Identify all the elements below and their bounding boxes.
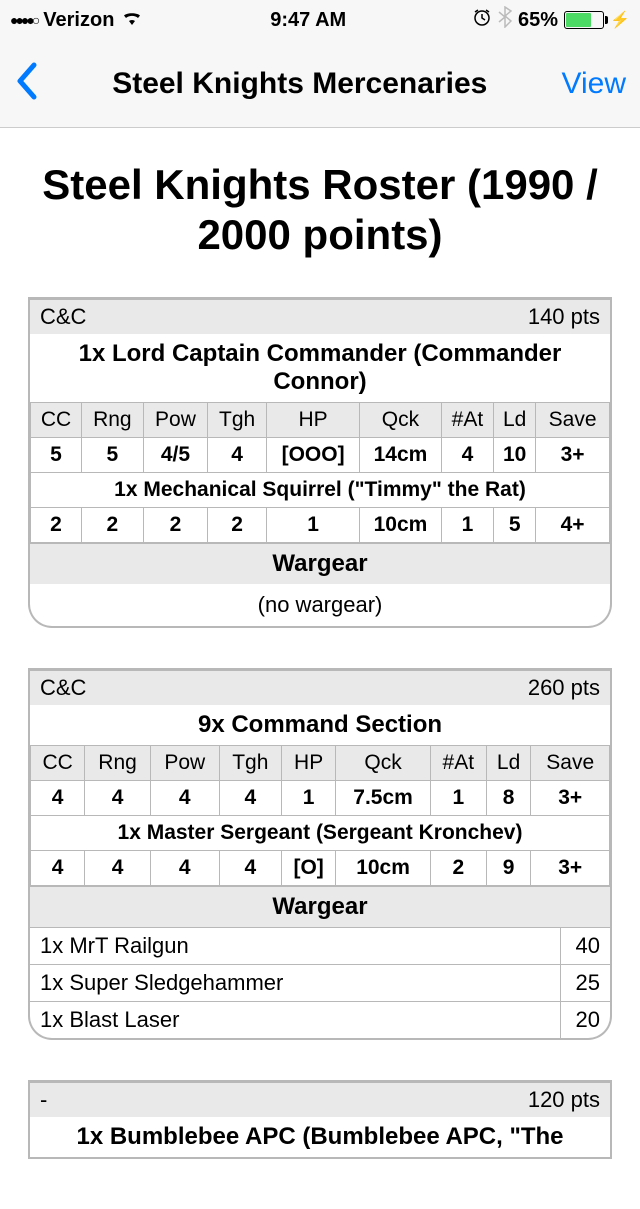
status-bar: ●●●●○ Verizon 9:47 AM 65% ⚡ <box>0 0 640 40</box>
unit-entry-title: 1x Master Sergeant (Sergeant Kronchev) <box>31 815 610 850</box>
unit-category: C&C <box>40 675 86 701</box>
unit-card: - 120 pts 1x Bumblebee APC (Bumblebee AP… <box>28 1080 612 1159</box>
clock: 9:47 AM <box>270 9 346 32</box>
unit-entry-title: 1x Bumblebee APC (Bumblebee APC, "The <box>30 1117 610 1157</box>
wifi-icon <box>120 8 144 32</box>
unit-points: 120 pts <box>528 1087 600 1113</box>
wargear-item: 1x Super Sledgehammer25 <box>30 964 610 1001</box>
wargear-label: Wargear <box>30 886 610 927</box>
wargear-item: 1x Blast Laser20 <box>30 1001 610 1038</box>
unit-entry-title: 1x Lord Captain Commander (Commander Con… <box>30 334 610 402</box>
stats-table: CCRngPow TghHPQck #AtLdSave 554/5 4[OOO]… <box>30 402 610 543</box>
unit-card: C&C 140 pts 1x Lord Captain Commander (C… <box>28 297 612 628</box>
unit-points: 140 pts <box>528 304 600 330</box>
signal-dots-icon: ●●●●○ <box>10 12 37 28</box>
nav-title: Steel Knights Mercenaries <box>38 67 562 101</box>
unit-points: 260 pts <box>528 675 600 701</box>
table-row: 222 2110cm 154+ <box>31 507 610 542</box>
carrier-label: Verizon <box>43 9 114 32</box>
unit-entry-title: 1x Mechanical Squirrel ("Timmy" the Rat) <box>31 472 610 507</box>
view-button[interactable]: View <box>562 67 626 101</box>
table-row: 554/5 4[OOO]14cm 4103+ <box>31 437 610 472</box>
alarm-icon <box>472 7 492 33</box>
table-row: 444 4[O]10cm 293+ <box>31 850 610 885</box>
unit-card: C&C 260 pts 9x Command Section CCRngPow … <box>28 668 612 1040</box>
nav-bar: Steel Knights Mercenaries View <box>0 40 640 128</box>
stats-table: CCRngPow TghHPQck #AtLdSave 444 417.5cm … <box>30 745 610 886</box>
back-button[interactable] <box>14 58 38 110</box>
content[interactable]: Steel Knights Roster (1990 / 2000 points… <box>0 128 640 1209</box>
battery-percent: 65% <box>518 9 558 32</box>
unit-entry-title: 9x Command Section <box>30 705 610 745</box>
wargear-item: 1x MrT Railgun40 <box>30 927 610 964</box>
unit-category: C&C <box>40 304 86 330</box>
unit-category: - <box>40 1087 47 1113</box>
page-title: Steel Knights Roster (1990 / 2000 points… <box>28 160 612 261</box>
battery-icon: ⚡ <box>564 10 630 30</box>
wargear-label: Wargear <box>30 543 610 584</box>
bluetooth-icon <box>498 6 512 34</box>
table-row: 444 417.5cm 183+ <box>31 780 610 815</box>
wargear-empty: (no wargear) <box>30 584 610 626</box>
